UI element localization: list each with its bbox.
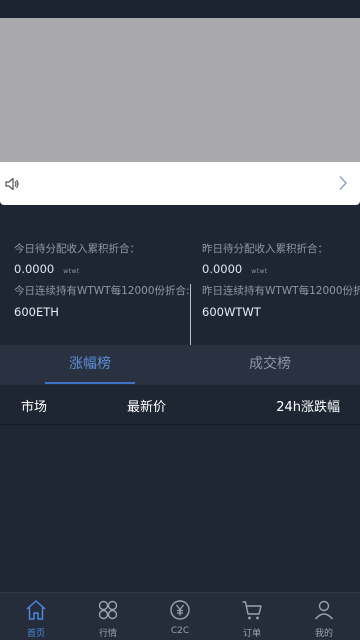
app-screen: 今日待分配收入累积折合： 0.0000 wtwt 今日连续持有WTWT每12000…	[0, 0, 360, 640]
yesterday-hold-label: 昨日连续持有WTWT每12000份折合	[202, 285, 360, 297]
today-hold-label: 今日连续持有WTWT每12000份折合:	[14, 285, 190, 297]
header-24h-change: 24h涨跌幅	[276, 400, 340, 415]
nav-c2c-label: C2C	[170, 626, 190, 636]
nav-home[interactable]: 首页	[0, 593, 72, 640]
today-income-value: 0.0000 wtwt	[14, 262, 80, 276]
today-hold-amount: 600ETH	[14, 305, 59, 319]
yen-coin-icon	[170, 600, 190, 620]
status-bar	[0, 0, 360, 18]
nav-orders[interactable]: 订单	[216, 593, 288, 640]
speaker-icon	[5, 177, 19, 191]
yesterday-income-label: 昨日待分配收入累积折合：	[202, 243, 328, 255]
yesterday-income-value: 0.0000 wtwt	[202, 262, 268, 276]
tab-volume[interactable]: 成交榜	[180, 345, 360, 385]
earnings-summary: 今日待分配收入累积折合： 0.0000 wtwt 今日连续持有WTWT每12000…	[0, 205, 360, 345]
table-header: 市场 最新价 24h涨跌幅	[0, 385, 360, 425]
nav-orders-label: 订单	[242, 629, 261, 639]
yesterday-income-unit: wtwt	[251, 268, 268, 275]
market-list	[0, 426, 360, 592]
header-latest-price: 最新价	[127, 400, 167, 415]
nav-profile-label: 我的	[314, 629, 333, 639]
bottom-nav: 首页 行情 C2C 订单 我的	[0, 592, 360, 640]
nav-profile[interactable]: 我的	[288, 593, 360, 640]
chevron-right-icon[interactable]	[338, 175, 348, 191]
nav-market[interactable]: 行情	[72, 593, 144, 640]
home-icon	[26, 600, 46, 620]
cart-icon	[242, 601, 262, 620]
nav-c2c[interactable]: C2C	[144, 593, 216, 640]
yesterday-hold-amount: 600WTWT	[202, 305, 261, 319]
nav-home-label: 首页	[26, 629, 45, 639]
user-icon	[314, 600, 334, 620]
today-income-unit: wtwt	[63, 268, 80, 275]
banner-carousel[interactable]	[0, 18, 360, 162]
header-market: 市场	[21, 400, 48, 415]
yesterday-stats: 昨日待分配收入累积折合： 0.0000 wtwt 昨日连续持有WTWT每12000…	[192, 205, 360, 345]
market-icon	[98, 600, 118, 620]
nav-market-label: 行情	[98, 629, 117, 639]
today-stats: 今日待分配收入累积折合： 0.0000 wtwt 今日连续持有WTWT每12000…	[0, 205, 190, 345]
announcement-bar[interactable]	[0, 162, 360, 205]
ranking-tabs: 涨幅榜 成交榜	[0, 345, 360, 385]
active-tab-indicator	[45, 382, 135, 384]
today-income-label: 今日待分配收入累积折合：	[14, 243, 140, 255]
tab-gainers[interactable]: 涨幅榜	[0, 345, 180, 385]
stats-divider	[190, 284, 191, 345]
